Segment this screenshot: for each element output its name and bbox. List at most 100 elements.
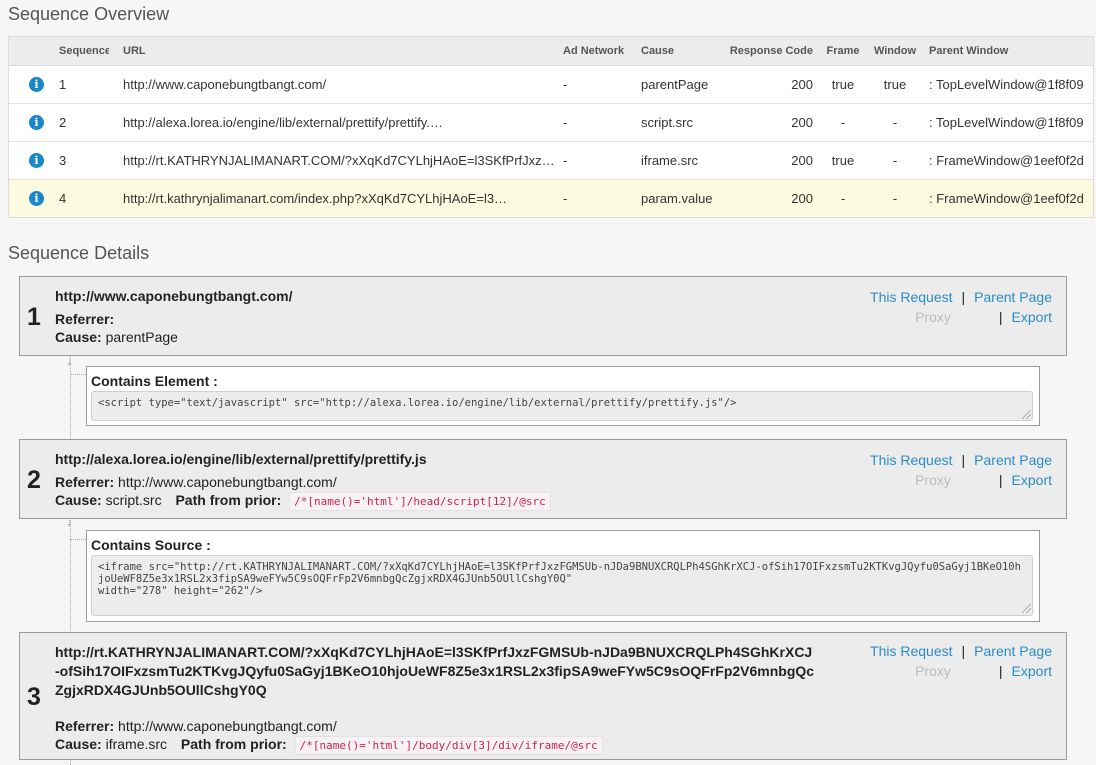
row-sequence: 2 <box>59 115 67 130</box>
link-separator: | <box>998 472 1003 488</box>
detail-links: This Request | Parent Page Proxy | Export <box>870 450 1052 490</box>
path-from-prior-value: /*[name()='html']/head/script[12]/@src <box>289 492 551 511</box>
table-row[interactable]: i 1 http://www.caponebungtbangt.com/ - p… <box>9 66 1093 104</box>
referrer-value: http://www.caponebungtbangt.com/ <box>118 718 337 734</box>
sequence-number: 2 <box>27 466 41 494</box>
contains-source-code[interactable]: <iframe src="http://rt.KATHRYNJALIMANART… <box>91 555 1033 616</box>
row-response-code: 200 <box>791 77 813 92</box>
row-cause: iframe.src <box>641 153 699 168</box>
info-icon[interactable]: i <box>29 191 44 206</box>
cause-value: iframe.src <box>105 736 168 752</box>
tree-branch-line <box>70 539 86 540</box>
tree-branch-line <box>70 374 86 375</box>
export-link[interactable]: Export <box>1012 472 1052 488</box>
parent-page-link[interactable]: Parent Page <box>974 643 1052 659</box>
referrer-line: Referrer: http://www.caponebungtbangt.co… <box>55 717 337 736</box>
path-from-prior-label: Path from prior: <box>175 492 282 508</box>
sequence-number: 3 <box>27 683 41 711</box>
row-sequence: 3 <box>59 153 67 168</box>
row-window: - <box>892 191 898 206</box>
link-separator: | <box>998 309 1003 325</box>
detail-links: This Request | Parent Page Proxy | Export <box>870 641 1052 681</box>
info-icon[interactable]: i <box>29 153 44 168</box>
col-frame[interactable]: Frame <box>821 37 865 65</box>
table-header: Sequence URL Ad Network Cause Response C… <box>9 37 1093 66</box>
this-request-link[interactable]: This Request <box>870 452 952 468</box>
contains-source-label: Contains Source : <box>91 537 211 553</box>
row-sequence: 4 <box>59 191 67 206</box>
cause-line: Cause: parentPage <box>55 328 178 347</box>
detail-links: This Request | Parent Page Proxy | Export <box>870 287 1052 327</box>
referrer-line: Referrer: <box>55 310 114 329</box>
sequence-details-title: Sequence Details <box>8 243 150 263</box>
link-separator: | <box>998 663 1003 679</box>
col-response-code[interactable]: Response Code <box>725 37 813 65</box>
link-separator: | <box>961 452 966 468</box>
col-parent-window[interactable]: Parent Window <box>929 37 1096 65</box>
referrer-label: Referrer: <box>55 474 115 490</box>
sequence-detail-3: 3 http://rt.KATHRYNJALIMANART.COM/?xXqKd… <box>19 632 1067 760</box>
resize-handle-icon[interactable] <box>1022 604 1031 613</box>
contains-source-box: Contains Source : <iframe src="http://rt… <box>86 530 1040 622</box>
row-frame: true <box>831 153 855 168</box>
row-cause: script.src <box>641 115 693 130</box>
referrer-label: Referrer: <box>55 718 115 734</box>
row-response-code: 200 <box>791 115 813 130</box>
detail-url: http://alexa.lorea.io/engine/lib/externa… <box>55 451 427 467</box>
detail-url: http://www.caponebungtbangt.com/ <box>55 288 293 304</box>
cause-label: Cause: <box>55 492 102 508</box>
col-url[interactable]: URL <box>123 37 553 65</box>
col-sequence[interactable]: Sequence <box>59 37 109 65</box>
row-window: true <box>883 77 907 92</box>
col-ad-network[interactable]: Ad Network <box>563 37 637 65</box>
row-window: - <box>892 115 898 130</box>
parent-page-link[interactable]: Parent Page <box>974 452 1052 468</box>
info-icon[interactable]: i <box>29 77 44 92</box>
contains-element-code[interactable]: <script type="text/javascript" src="http… <box>91 391 1033 421</box>
referrer-value: http://www.caponebungtbangt.com/ <box>118 474 337 490</box>
resize-handle-icon[interactable] <box>1022 410 1031 419</box>
referrer-label: Referrer: <box>55 311 115 327</box>
export-link[interactable]: Export <box>1012 309 1052 325</box>
col-window[interactable]: Window <box>869 37 921 65</box>
table-row[interactable]: i 2 http://alexa.lorea.io/engine/lib/ext… <box>9 104 1093 142</box>
this-request-link[interactable]: This Request <box>870 289 952 305</box>
cause-line: Cause: script.src Path from prior: /*[na… <box>55 491 551 511</box>
link-separator: | <box>961 289 966 305</box>
link-separator: | <box>961 643 966 659</box>
row-ad-network: - <box>563 77 568 92</box>
row-parent-window: : FrameWindow@1eef0f2d <box>929 153 1084 168</box>
row-parent-window: : TopLevelWindow@1f8f09 <box>929 115 1084 130</box>
row-frame: - <box>840 191 846 206</box>
proxy-link-disabled: Proxy <box>915 472 951 488</box>
referrer-line: Referrer: http://www.caponebungtbangt.co… <box>55 473 337 492</box>
row-cause: param.value <box>641 191 713 206</box>
row-sequence: 1 <box>59 77 67 92</box>
path-from-prior-label: Path from prior: <box>180 736 287 752</box>
row-url: http://www.caponebungtbangt.com/ <box>123 77 327 92</box>
row-ad-network: - <box>563 115 568 130</box>
cause-value: parentPage <box>105 329 178 345</box>
table-row-selected[interactable]: i 4 http://rt.kathrynjalimanart.com/inde… <box>9 180 1093 217</box>
row-frame: true <box>831 77 855 92</box>
cause-label: Cause: <box>55 736 102 752</box>
table-row[interactable]: i 3 http://rt.KATHRYNJALIMANART.COM/?xXq… <box>9 142 1093 180</box>
parent-page-link[interactable]: Parent Page <box>974 289 1052 305</box>
sequence-detail-1: 1 http://www.caponebungtbangt.com/ Refer… <box>19 276 1067 356</box>
row-frame: - <box>840 115 846 130</box>
col-cause[interactable]: Cause <box>641 37 731 65</box>
export-link[interactable]: Export <box>1012 663 1052 679</box>
info-icon[interactable]: i <box>29 115 44 130</box>
arrow-down-icon: ⇣ <box>66 519 73 528</box>
sequence-overview-table: Sequence URL Ad Network Cause Response C… <box>8 36 1094 218</box>
row-parent-window: : TopLevelWindow@1f8f09 <box>929 77 1084 92</box>
contains-element-box: Contains Element : <script type="text/ja… <box>86 366 1040 426</box>
this-request-link[interactable]: This Request <box>870 643 952 659</box>
row-ad-network: - <box>563 153 568 168</box>
sequence-detail-2: 2 http://alexa.lorea.io/engine/lib/exter… <box>19 439 1067 519</box>
row-url: http://rt.KATHRYNJALIMANART.COM/?xXqKd7C… <box>123 153 553 168</box>
row-url: http://rt.kathrynjalimanart.com/index.ph… <box>123 191 508 206</box>
cause-label: Cause: <box>55 329 102 345</box>
row-response-code: 200 <box>791 153 813 168</box>
cause-value: script.src <box>105 492 162 508</box>
